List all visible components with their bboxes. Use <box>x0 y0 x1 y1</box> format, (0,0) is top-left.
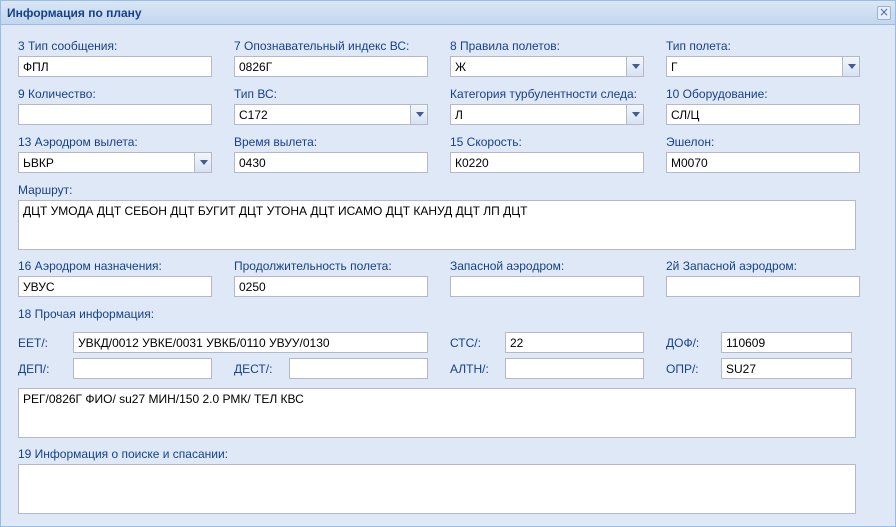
dep-aero-label: 13 Аэродром вылета: <box>18 135 138 149</box>
count-label: 9 Количество: <box>18 87 96 101</box>
flight-rules-label: 8 Правила полетов: <box>450 39 560 53</box>
altn-field[interactable] <box>505 358 644 379</box>
duration-field[interactable]: 0250 <box>234 276 428 297</box>
dest-field[interactable]: УВУС <box>18 276 212 297</box>
equipment-field[interactable]: СЛ/Ц <box>666 104 860 125</box>
dep-time-label: Время вылета: <box>234 135 318 149</box>
sts-field[interactable]: 22 <box>505 332 644 353</box>
other-info-label: 18 Прочая информация: <box>18 307 155 321</box>
sar-textarea[interactable] <box>18 464 856 514</box>
dep-label: ДЕП/: <box>18 362 50 376</box>
dep-aero-value: ЬВКР <box>23 156 54 170</box>
dest-label: 16 Аэродром назначения: <box>18 259 162 273</box>
dest2-field[interactable] <box>289 358 428 379</box>
equipment-label: 10 Оборудование: <box>666 87 768 101</box>
count-field[interactable] <box>18 104 212 125</box>
form-body: 3 Тип сообщения: ФПЛ 7 Опознавательный и… <box>5 26 891 526</box>
aircraft-type-select[interactable]: С172 <box>234 104 428 125</box>
callsign-field[interactable]: 0826Г <box>234 56 428 77</box>
speed-label: 15 Скорость: <box>450 135 522 149</box>
chevron-down-icon[interactable] <box>410 105 427 124</box>
route-label: Маршрут: <box>18 183 73 197</box>
alt2-aero-field[interactable] <box>666 276 860 297</box>
flight-type-select[interactable]: Г <box>666 56 860 77</box>
opr-field[interactable]: SU27 <box>721 358 852 379</box>
dof-field[interactable]: 110609 <box>721 332 852 353</box>
duration-label: Продолжительность полета: <box>234 259 392 273</box>
dep-field[interactable] <box>73 358 212 379</box>
flight-plan-window: Информация по плану × 3 Тип сообщения: Ф… <box>0 0 896 527</box>
dest2-label: ДЕСТ/: <box>234 362 273 376</box>
sar-label: 19 Информация о поиске и спасании: <box>18 447 229 461</box>
alt-aero-field[interactable] <box>450 276 644 297</box>
msg-type-label: 3 Тип сообщения: <box>18 39 118 53</box>
dep-aero-select[interactable]: ЬВКР <box>18 152 212 173</box>
flight-rules-select[interactable]: Ж <box>450 56 644 77</box>
callsign-label: 7 Опознавательный индекс ВС: <box>234 39 410 53</box>
speed-field[interactable]: К0220 <box>450 152 644 173</box>
level-label: Эшелон: <box>666 135 715 149</box>
turbulence-select[interactable]: Л <box>450 104 644 125</box>
route-textarea[interactable]: ДЦТ УМОДА ДЦТ СЕБОН ДЦТ БУГИТ ДЦТ УТОНА … <box>18 200 856 250</box>
level-field[interactable]: М0070 <box>666 152 860 173</box>
msg-type-field[interactable]: ФПЛ <box>18 56 212 77</box>
eet-label: ЕЕТ/: <box>18 336 49 350</box>
dof-label: ДОФ/: <box>666 336 700 350</box>
aircraft-type-label: Тип ВС: <box>234 87 277 101</box>
alt2-aero-label: 2й Запасной аэродром: <box>666 259 797 273</box>
window-titlebar[interactable]: Информация по плану × <box>1 1 895 25</box>
altn-label: АЛТН/: <box>450 362 489 376</box>
chevron-down-icon[interactable] <box>194 153 211 172</box>
flight-rules-value: Ж <box>455 60 467 74</box>
turbulence-label: Категория турбулентности следа: <box>450 87 638 101</box>
opr-label: ОПР/: <box>666 362 699 376</box>
flight-type-value: Г <box>671 60 678 74</box>
chevron-down-icon[interactable] <box>626 105 643 124</box>
window-title: Информация по плану <box>7 6 142 20</box>
chevron-down-icon[interactable] <box>626 57 643 76</box>
chevron-down-icon[interactable] <box>842 57 859 76</box>
dep-time-field[interactable]: 0430 <box>234 152 428 173</box>
eet-field[interactable]: УВКД/0012 УВКЕ/0031 УВКБ/0110 УВУУ/0130 <box>73 332 428 353</box>
alt-aero-label: Запасной аэродром: <box>450 259 565 273</box>
sts-label: СТС/: <box>450 336 481 350</box>
close-icon[interactable]: × <box>877 6 891 20</box>
remarks-textarea[interactable]: РЕГ/0826Г ФИО/ su27 МИН/150 2.0 РМК/ ТЕЛ… <box>18 388 856 438</box>
aircraft-type-value: С172 <box>239 108 268 122</box>
flight-type-label: Тип полета: <box>666 39 731 53</box>
turbulence-value: Л <box>455 108 463 122</box>
